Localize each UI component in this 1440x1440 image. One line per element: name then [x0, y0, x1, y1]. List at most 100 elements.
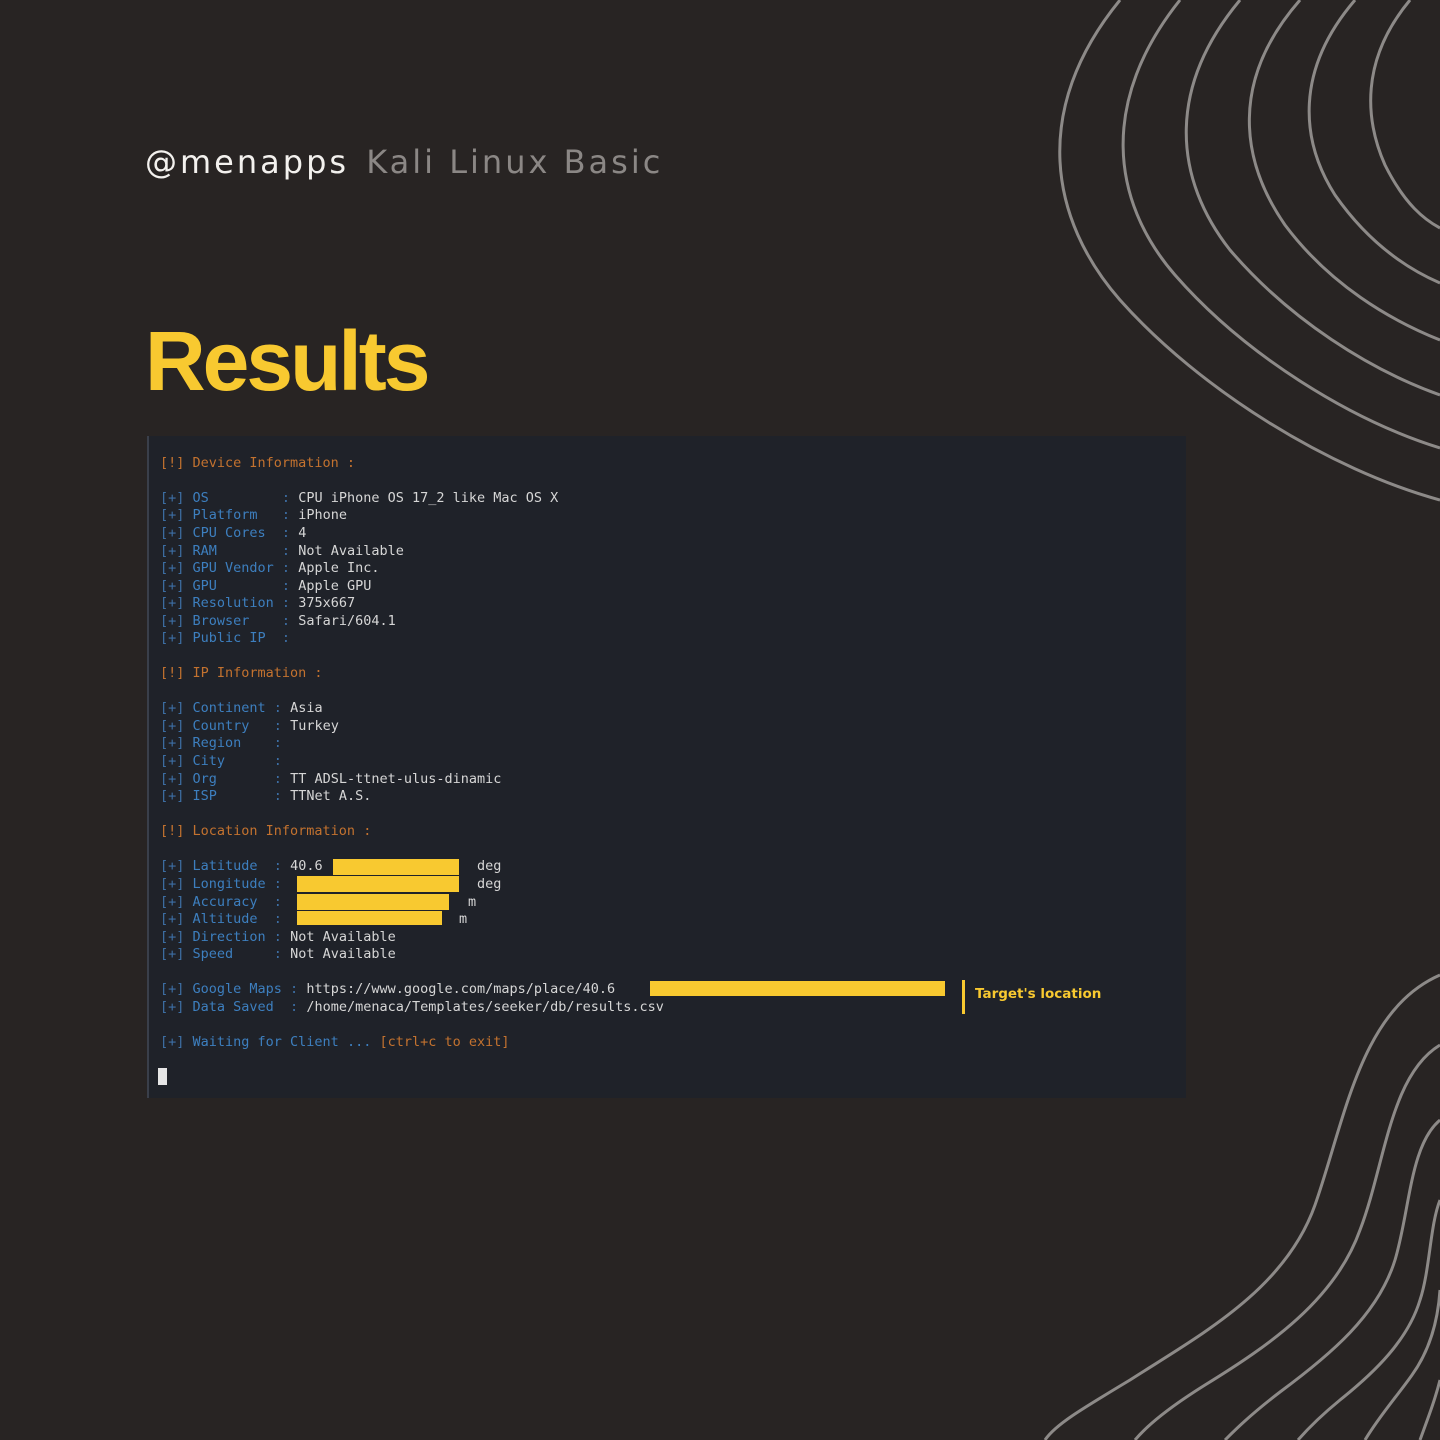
redaction-latitude: [333, 859, 459, 875]
bullet-marker: [+]: [160, 543, 193, 559]
field-key: Google Maps: [192, 981, 282, 997]
info-row: [+] Speed : Not Available: [160, 945, 396, 963]
field-value: 375x667: [298, 595, 356, 611]
unit-label: m: [468, 894, 477, 910]
redaction-longitude: [297, 876, 459, 892]
info-row: [+] City :: [160, 752, 290, 770]
info-row: [+] OS : CPU iPhone OS 17_2 like Mac OS …: [160, 489, 558, 507]
unit-label: deg: [477, 858, 502, 874]
field-value: /home/menaca/Templates/seeker/db/results…: [306, 999, 664, 1015]
field-value: Safari/604.1: [298, 613, 396, 629]
bullet-marker: [+]: [160, 578, 193, 594]
separator: :: [273, 613, 299, 629]
info-row: [+] Resolution : 375x667: [160, 594, 355, 612]
separator: :: [273, 507, 299, 523]
bullet-marker: [+]: [160, 1034, 193, 1050]
annotation-target-location: Target's location: [975, 986, 1102, 1002]
bullet-marker: [+]: [160, 613, 193, 629]
section-header-text: [!] IP Information :: [160, 665, 323, 681]
field-value: Not Available: [290, 946, 396, 962]
info-row: [+] Altitude : m: [160, 910, 467, 928]
brand-header: @menapps Kali Linux Basic: [145, 142, 663, 182]
terminal-cursor: [158, 1068, 167, 1085]
redaction-maps-url: [650, 981, 945, 996]
bullet-marker: [+]: [160, 946, 193, 962]
field-key: Browser: [192, 613, 274, 629]
field-value: https://www.google.com/maps/place/40.6: [306, 981, 616, 997]
field-value: Turkey: [290, 718, 339, 734]
separator: :: [273, 595, 299, 611]
info-row: [+] Accuracy : m: [160, 893, 476, 911]
section-header-text: [!] Device Information :: [160, 455, 356, 471]
section-header: [!] IP Information :: [160, 664, 323, 682]
field-value: TTNet A.S.: [290, 788, 372, 804]
field-value: Not Available: [298, 543, 404, 559]
separator: :: [265, 788, 291, 804]
bullet-marker: [+]: [160, 894, 193, 910]
bullet-marker: [+]: [160, 490, 193, 506]
field-key: Accuracy: [192, 894, 266, 910]
info-row: [+] Platform : iPhone: [160, 506, 347, 524]
field-key: Altitude: [192, 911, 266, 927]
redaction-altitude: [297, 911, 442, 925]
bullet-marker: [+]: [160, 771, 193, 787]
bullet-marker: [+]: [160, 718, 193, 734]
separator: :: [273, 560, 299, 576]
separator: :: [281, 981, 307, 997]
separator: :: [265, 858, 291, 874]
field-key: Longitude: [192, 876, 266, 892]
redaction-accuracy: [297, 894, 449, 910]
unit-label: deg: [477, 876, 502, 892]
field-value: Apple Inc.: [298, 560, 380, 576]
info-row: [+] CPU Cores : 4: [160, 524, 306, 542]
bullet-marker: [+]: [160, 525, 193, 541]
waiting-text: Waiting for Client ...: [192, 1034, 372, 1050]
field-value: Not Available: [290, 929, 396, 945]
field-key: Data Saved: [192, 999, 282, 1015]
field-key: Country: [192, 718, 266, 734]
separator: :: [265, 771, 291, 787]
bullet-marker: [+]: [160, 753, 193, 769]
separator: :: [265, 735, 291, 751]
field-key: Platform: [192, 507, 274, 523]
info-row: [+] Data Saved : /home/menaca/Templates/…: [160, 998, 664, 1016]
field-key: Public IP: [192, 630, 274, 646]
separator: :: [265, 929, 291, 945]
bullet-marker: [+]: [160, 630, 193, 646]
info-row: [+] Browser : Safari/604.1: [160, 612, 396, 630]
info-row: [+] RAM : Not Available: [160, 542, 404, 560]
info-row: [+] Org : TT ADSL-ttnet-ulus-dinamic: [160, 770, 501, 788]
field-key: ISP: [192, 788, 266, 804]
bullet-marker: [+]: [160, 999, 193, 1015]
field-key: RAM: [192, 543, 274, 559]
field-value: Apple GPU: [298, 578, 372, 594]
field-value: 40.6: [290, 858, 323, 874]
field-key: Continent: [192, 700, 266, 716]
info-row: [+] Latitude : 40.6 deg: [160, 857, 501, 875]
info-row: [+] Google Maps : https://www.google.com…: [160, 980, 615, 998]
info-row: [+] Public IP :: [160, 629, 298, 647]
field-key: OS: [192, 490, 274, 506]
bullet-marker: [+]: [160, 911, 193, 927]
separator: :: [273, 630, 299, 646]
separator: :: [273, 525, 299, 541]
info-row: [+] Region :: [160, 734, 290, 752]
bullet-marker: [+]: [160, 929, 193, 945]
info-row: [+] GPU : Apple GPU: [160, 577, 371, 595]
section-header-text: [!] Location Information :: [160, 823, 372, 839]
field-key: Latitude: [192, 858, 266, 874]
waiting-status: [+] Waiting for Client ... [ctrl+c to ex…: [160, 1033, 510, 1051]
page-title: Results: [145, 314, 430, 408]
separator: :: [265, 946, 291, 962]
field-key: Resolution: [192, 595, 274, 611]
field-key: GPU: [192, 578, 274, 594]
field-value: 4: [298, 525, 307, 541]
field-value: Asia: [290, 700, 323, 716]
exit-hint: [ctrl+c to exit]: [379, 1034, 510, 1050]
field-value: CPU iPhone OS 17_2 like Mac OS X: [298, 490, 559, 506]
separator: :: [265, 911, 291, 927]
series-title: Kali Linux Basic: [366, 143, 664, 181]
field-key: Org: [192, 771, 266, 787]
field-value: TT ADSL-ttnet-ulus-dinamic: [290, 771, 502, 787]
info-row: [+] Country : Turkey: [160, 717, 339, 735]
